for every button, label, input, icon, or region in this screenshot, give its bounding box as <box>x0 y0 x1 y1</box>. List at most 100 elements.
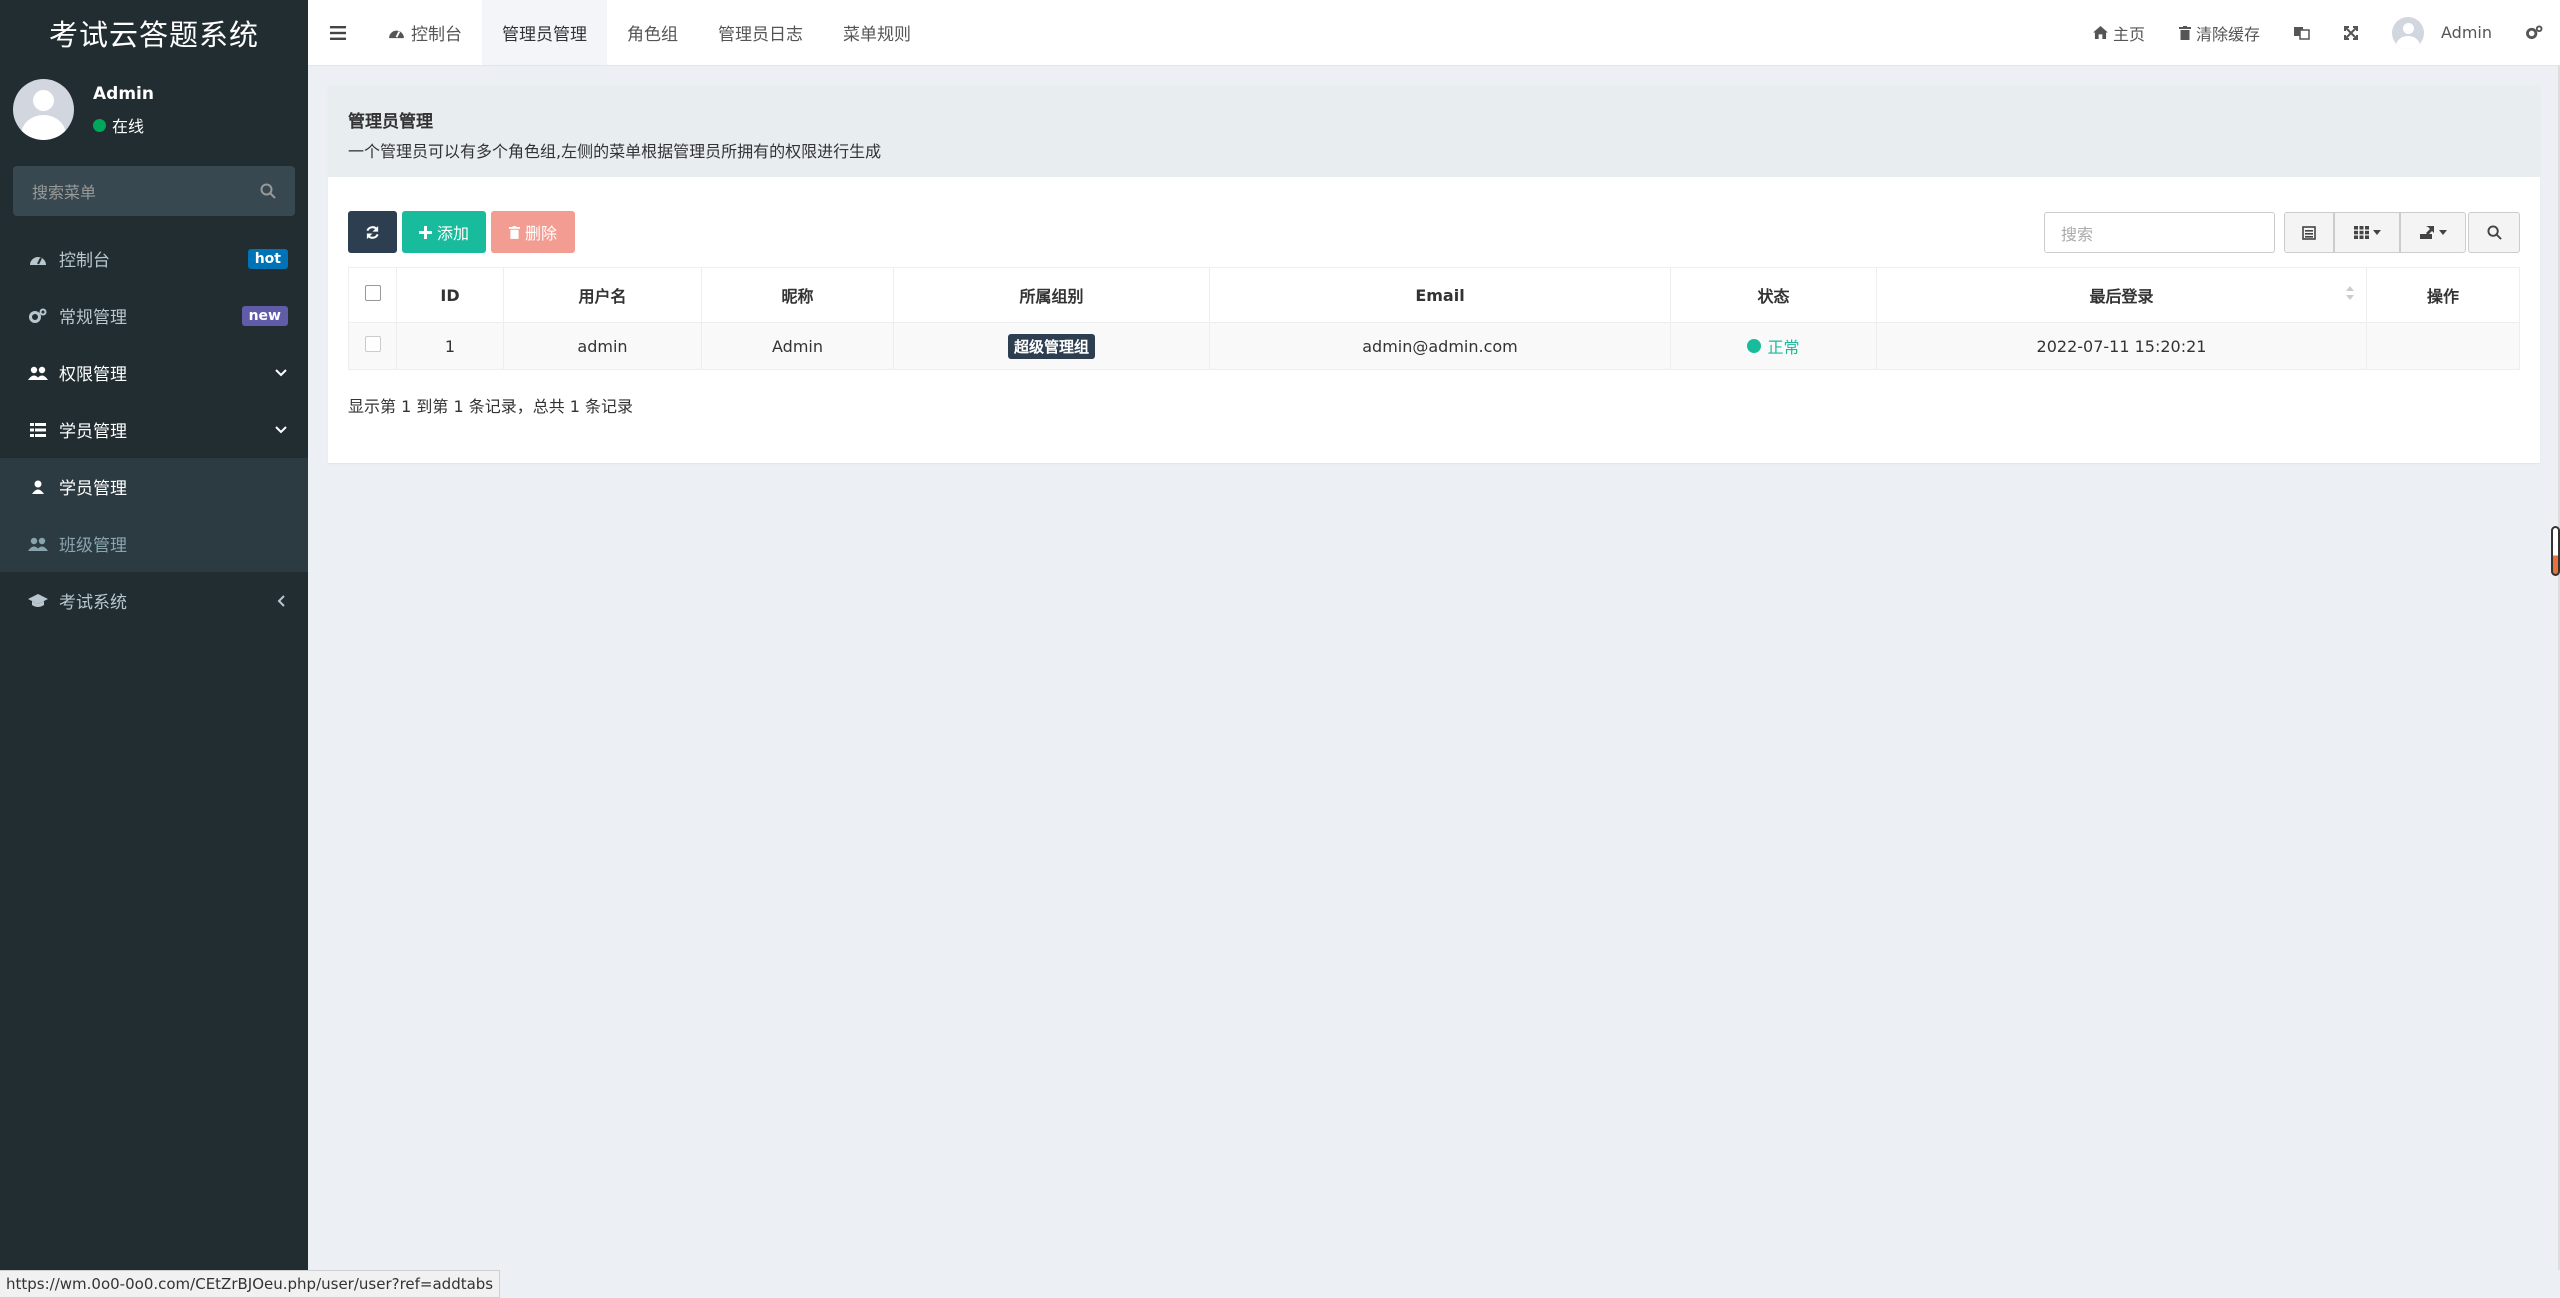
app-logo[interactable]: 考试云答题系统 <box>0 0 308 66</box>
sidebar-toggle-button[interactable] <box>308 0 368 65</box>
hot-badge: hot <box>247 248 288 269</box>
home-label: 主页 <box>2112 24 2145 44</box>
sidebar-item-general[interactable]: 常规管理 new <box>0 287 308 344</box>
tab-role-group[interactable]: 角色组 <box>607 0 698 65</box>
caret-down-icon <box>2372 230 2381 235</box>
plus-icon <box>418 225 432 239</box>
select-all-checkbox[interactable] <box>364 285 381 301</box>
sidebar-item-exam[interactable]: 考试系统 <box>0 572 308 629</box>
col-header-last-login[interactable]: 最后登录 <box>1876 267 2367 323</box>
delete-button-label: 删除 <box>524 224 557 243</box>
settings-button[interactable] <box>2509 0 2560 65</box>
users-icon <box>27 537 49 551</box>
col-header-group[interactable]: 所属组别 <box>893 267 1210 323</box>
menu-search-input[interactable]: 搜索菜单 <box>13 166 295 216</box>
pagination-info: 显示第 1 到第 1 条记录，总共 1 条记录 <box>348 397 634 416</box>
sidebar-item-label: 学员管理 <box>59 422 127 442</box>
status-label: 正常 <box>1767 338 1800 357</box>
user-panel: Admin 在线 <box>0 66 308 158</box>
tab-label: 管理员日志 <box>718 25 803 45</box>
cell-username: admin <box>503 322 702 370</box>
dashboard-icon <box>27 252 49 266</box>
cell-id: 1 <box>396 322 504 370</box>
search-icon[interactable] <box>260 183 276 199</box>
tab-label: 菜单规则 <box>843 25 911 45</box>
page-description: 一个管理员可以有多个角色组,左侧的菜单根据管理员所拥有的权限进行生成 <box>348 142 882 161</box>
user-status-label: 在线 <box>112 117 145 136</box>
tab-admin-manage[interactable]: 管理员管理 <box>482 0 607 65</box>
export-button[interactable] <box>2400 212 2466 253</box>
cell-group: 超级管理组 <box>893 322 1210 370</box>
sidebar-menu: 控制台 hot 常规管理 new 权限管理 学员管理 学员管理 班级管理 考试系… <box>0 230 308 629</box>
content-panel: 管理员管理 一个管理员可以有多个角色组,左侧的菜单根据管理员所拥有的权限进行生成… <box>328 85 2540 463</box>
cell-email: admin@admin.com <box>1209 322 1671 370</box>
user-menu[interactable]: Admin <box>2375 0 2509 65</box>
row-select-cell <box>348 322 397 370</box>
cell-status: 正常 <box>1670 322 1877 370</box>
navbar-right-tools: 主页 清除缓存 Admin <box>2076 0 2560 65</box>
fullscreen-button[interactable] <box>2327 0 2375 65</box>
table-row[interactable]: 1 admin Admin 超级管理组 admin@admin.com 正常 2… <box>348 322 2520 370</box>
col-header-status[interactable]: 状态 <box>1670 267 1877 323</box>
user-name: Admin <box>93 84 154 104</box>
menu-search-placeholder: 搜索菜单 <box>32 183 97 202</box>
tab-dashboard[interactable]: 控制台 <box>368 0 482 65</box>
refresh-button[interactable] <box>348 211 397 253</box>
tab-menu-rules[interactable]: 菜单规则 <box>823 0 931 65</box>
top-navbar: 控制台 管理员管理 角色组 管理员日志 菜单规则 主页 清除缓存 Admin <box>308 0 2560 66</box>
sort-icon[interactable] <box>2346 286 2354 300</box>
table-view-icon <box>2302 225 2316 240</box>
delete-button[interactable]: 删除 <box>491 211 575 253</box>
expand-icon <box>2344 25 2358 40</box>
col-header-id[interactable]: ID <box>396 267 504 323</box>
list-icon <box>27 422 49 437</box>
scrollbar-thumb[interactable] <box>2551 526 2560 576</box>
col-header-actions: 操作 <box>2366 267 2520 323</box>
table-header-row: ID 用户名 昵称 所属组别 Email 状态 最后登录 操作 <box>348 267 2520 323</box>
clear-cache-label: 清除缓存 <box>2195 24 2260 44</box>
table-view-buttons <box>2284 212 2466 253</box>
dashboard-icon <box>389 30 404 39</box>
user-icon <box>27 480 49 494</box>
grid-icon <box>2353 226 2369 239</box>
columns-button[interactable] <box>2334 212 2400 253</box>
sidebar-subitem-student-manage[interactable]: 学员管理 <box>0 458 308 515</box>
trash-icon <box>508 225 520 239</box>
language-icon <box>2294 26 2310 40</box>
sidebar-item-dashboard[interactable]: 控制台 hot <box>0 230 308 287</box>
select-all-cell <box>348 267 397 323</box>
sidebar-item-students[interactable]: 学员管理 <box>0 401 308 458</box>
user-status: 在线 <box>93 113 144 137</box>
add-button[interactable]: 添加 <box>402 211 486 253</box>
sidebar-item-label: 控制台 <box>59 251 110 271</box>
cell-last-login: 2022-07-11 15:20:21 <box>1876 322 2367 370</box>
advanced-search-button[interactable] <box>2468 212 2520 253</box>
col-header-email[interactable]: Email <box>1209 267 1671 323</box>
sidebar: 考试云答题系统 Admin 在线 搜索菜单 控制台 hot 常规管理 new 权… <box>0 0 308 1298</box>
sidebar-subitem-class-manage[interactable]: 班级管理 <box>0 515 308 572</box>
group-icon <box>27 366 49 380</box>
panel-heading: 管理员管理 一个管理员可以有多个角色组,左侧的菜单根据管理员所拥有的权限进行生成 <box>328 85 2540 177</box>
tab-label: 控制台 <box>411 25 462 45</box>
col-header-username[interactable]: 用户名 <box>503 267 702 323</box>
sidebar-item-auth[interactable]: 权限管理 <box>0 344 308 401</box>
status-dot-icon <box>1747 339 1762 353</box>
col-header-nickname[interactable]: 昵称 <box>701 267 894 323</box>
row-checkbox[interactable] <box>364 336 381 352</box>
toggle-view-button[interactable] <box>2284 212 2334 253</box>
table-toolbar: 添加 删除 <box>348 211 575 253</box>
home-link[interactable]: 主页 <box>2076 0 2162 65</box>
table-search-input[interactable]: 搜索 <box>2044 212 2275 253</box>
admin-table: ID 用户名 昵称 所属组别 Email 状态 最后登录 操作 1 admin … <box>348 267 2520 370</box>
chevron-down-icon <box>274 366 288 380</box>
status-badge: 正常 <box>1747 334 1800 358</box>
avatar <box>13 79 74 140</box>
chevron-down-icon <box>274 423 288 437</box>
language-button[interactable] <box>2277 0 2327 65</box>
refresh-icon <box>366 225 379 239</box>
page-title: 管理员管理 <box>348 112 433 132</box>
tab-admin-log[interactable]: 管理员日志 <box>698 0 823 65</box>
tab-label: 管理员管理 <box>502 25 587 45</box>
clear-cache-button[interactable]: 清除缓存 <box>2162 0 2277 65</box>
caret-down-icon <box>2438 230 2447 235</box>
